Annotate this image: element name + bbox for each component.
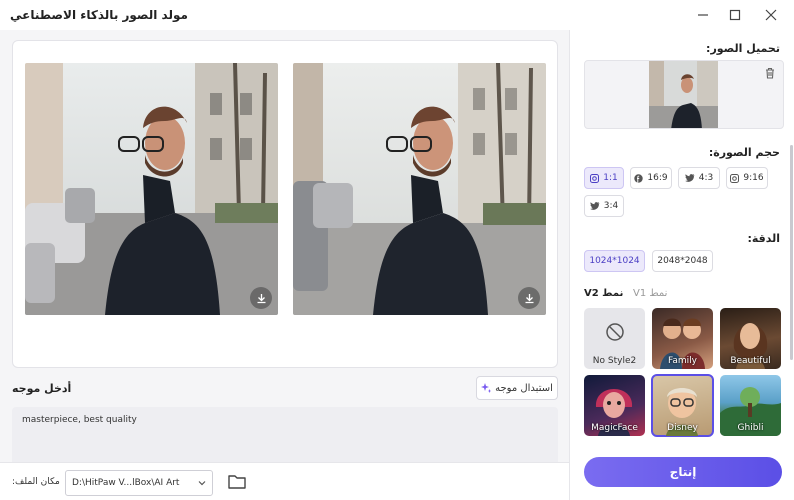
style-label: Disney [667,423,698,433]
replace-prompt-button[interactable]: استبدال موجه [476,376,558,400]
maximize-icon [729,9,741,21]
style-label: Ghibli [737,423,764,433]
style-label: MagicFace [591,423,638,433]
download-generated-button[interactable] [518,287,540,309]
settings-panel: تحميل الصور: حجم الصورة: 1:1 16:9 4:3 9:… [569,30,794,500]
original-image [25,63,278,315]
minimize-button[interactable] [690,4,716,26]
style-card-ghibli[interactable]: Ghibli [720,375,781,436]
tab-style-v2[interactable]: نمط V2 [584,288,623,299]
maximize-button[interactable] [722,4,748,26]
size-title: حجم الصورة: [708,146,780,159]
size-label: 16:9 [647,173,668,183]
generated-image [293,63,546,315]
title-bar: مولد الصور بالذكاء الاصطناعي [0,0,794,30]
folder-icon [228,475,246,489]
resolution-1024-button[interactable]: 1024*1024 [584,250,645,272]
download-icon [525,293,533,303]
style-label: Beautiful [730,356,771,366]
size-1-1-button[interactable]: 1:1 [584,167,624,189]
chevron-down-icon [198,481,206,486]
style-card-beautiful[interactable]: Beautiful [720,308,781,369]
no-style-icon [606,323,624,341]
main-panel: أدخل موجه استبدال موجه masterpiece, best… [0,30,569,500]
twitter-icon [684,174,695,182]
upload-title: تحميل الصور: [706,42,780,55]
size-label: 3:4 [603,201,619,211]
style-card-no-style[interactable]: No Style2 [584,308,645,369]
uploaded-thumbnail [649,61,718,128]
download-icon [257,293,265,303]
resolution-label: 2048*2048 [657,256,708,266]
size-16-9-button[interactable]: 16:9 [630,167,672,189]
sparkle-icon [481,383,492,393]
settings-scrollbar[interactable] [790,145,793,360]
resolution-2048-button[interactable]: 2048*2048 [652,250,713,272]
prompt-text[interactable]: masterpiece, best quality [22,415,137,425]
output-path-bar: مكان الملف: D:\HitPaw V...lBox\AI Art [0,462,569,500]
output-path-select[interactable]: D:\HitPaw V...lBox\AI Art [65,470,213,496]
minimize-icon [698,14,708,16]
output-path-value: D:\HitPaw V...lBox\AI Art [72,478,180,488]
style-card-magicface[interactable]: MagicFace [584,375,645,436]
size-9-16-button[interactable]: 9:16 [726,167,768,189]
instagram-icon [590,173,600,183]
prompt-label: أدخل موجه [12,382,72,395]
preview-area [12,40,558,368]
tab-style-v1[interactable]: نمط V1 [633,288,667,299]
style-label: Family [668,356,697,366]
uploaded-image-box[interactable] [584,60,784,129]
size-label: 4:3 [698,173,714,183]
app-title: مولد الصور بالذكاء الاصطناعي [10,8,188,22]
close-icon [765,9,777,21]
open-folder-button[interactable] [227,473,247,491]
instagram-icon [730,173,740,183]
style-card-family[interactable]: Family [652,308,713,369]
size-label: 1:1 [603,173,618,183]
download-original-button[interactable] [250,287,272,309]
delete-image-button[interactable] [763,66,777,80]
trash-icon [766,67,774,79]
resolution-title: الدقة: [747,232,780,245]
resolution-label: 1024*1024 [589,256,640,266]
style-label: No Style2 [592,356,637,366]
close-button[interactable] [758,4,784,26]
output-path-label: مكان الملف: [12,477,60,487]
size-4-3-button[interactable]: 4:3 [678,167,720,189]
size-label: 9:16 [743,173,764,183]
twitter-icon [589,202,600,210]
facebook-icon [634,173,644,183]
style-card-disney[interactable]: Disney [651,374,714,437]
replace-prompt-label: استبدال موجه [495,382,553,394]
generate-button[interactable]: إنتاج [584,457,782,487]
size-3-4-button[interactable]: 3:4 [584,195,624,217]
